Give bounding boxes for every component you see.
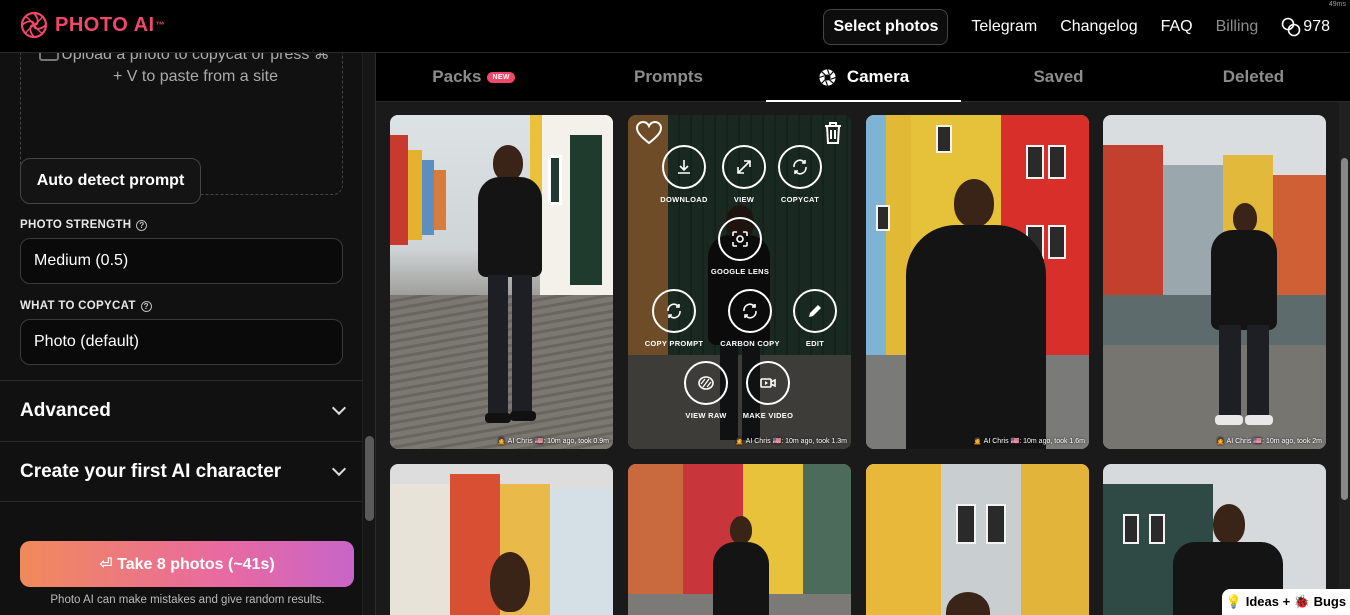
photo-image [390, 115, 613, 449]
disclaimer-text: Photo AI can make mistakes and give rand… [50, 594, 325, 606]
lens-icon [732, 231, 748, 247]
carbon-copy-button[interactable] [728, 289, 772, 333]
accordion-advanced-label: Advanced [20, 400, 111, 421]
upload-instructions: Upload a photo to copycat or press ⌘ + V… [61, 53, 330, 85]
trash-icon[interactable] [823, 121, 843, 145]
edit-label: EDIT [805, 339, 825, 348]
nav-link-telegram[interactable]: Telegram [971, 18, 1037, 36]
top-bar: PHOTO AI™ 49ms Select photos Telegram Ch… [0, 0, 1350, 53]
photo-image [866, 115, 1089, 449]
photo-card[interactable]: 🙍 AI Chris 🇺🇸: 10m ago, took 0.9m [390, 115, 613, 449]
google-lens-label: GOOGLE LENS [710, 267, 770, 276]
video-icon [760, 378, 776, 388]
take-photos-bar: ⏎ Take 8 photos (~41s) Photo AI can make… [0, 521, 362, 615]
copy-prompt-button[interactable] [652, 289, 696, 333]
tab-packs-label: Packs [432, 67, 482, 86]
ideas-bugs-button[interactable]: 💡 Ideas + 🐞 Bugs [1222, 589, 1350, 615]
photo-caption: 🙍 AI Chris 🇺🇸: 10m ago, took 1.6m [973, 438, 1085, 445]
photo-image [390, 464, 613, 615]
photo-caption: 🙍 AI Chris 🇺🇸: 10m ago, took 1.3m [735, 438, 847, 445]
credits-icon [1281, 17, 1301, 36]
refresh-icon [793, 159, 807, 175]
tab-packs[interactable]: Packs NEW [376, 53, 571, 101]
nav-link-billing[interactable]: Billing [1216, 18, 1259, 36]
raw-icon [698, 376, 714, 390]
help-icon[interactable]: ? [136, 219, 148, 231]
copycat-label: WHAT TO COPYCAT ? [20, 300, 152, 312]
download-icon [678, 160, 690, 174]
photo-strength-select[interactable]: Medium (0.5) [20, 238, 343, 284]
view-button[interactable] [722, 145, 766, 189]
nav-link-changelog[interactable]: Changelog [1060, 18, 1137, 36]
divider [0, 501, 362, 502]
tab-camera[interactable]: Camera [766, 53, 961, 102]
photo-card[interactable] [390, 464, 613, 615]
copycat-select[interactable]: Photo (default) [20, 319, 343, 365]
photo-caption: 🙍 AI Chris 🇺🇸: 10m ago, took 0.9m [497, 438, 609, 445]
google-lens-button[interactable] [718, 217, 762, 261]
copycat-button[interactable] [778, 145, 822, 189]
help-icon[interactable]: ? [140, 300, 152, 312]
tab-saved[interactable]: Saved [961, 53, 1156, 101]
new-badge: NEW [487, 71, 515, 83]
left-scrollbar[interactable] [362, 53, 375, 615]
take-photos-button[interactable]: ⏎ Take 8 photos (~41s) [20, 541, 354, 587]
photo-strength-label: PHOTO STRENGTH ? [20, 219, 148, 231]
auto-detect-prompt-button[interactable]: Auto detect prompt [20, 158, 201, 204]
photo-image [1103, 115, 1326, 449]
copy-prompt-label: COPY PROMPT [644, 339, 704, 348]
gallery-tabs: Packs NEW Prompts Camera Saved Deleted [376, 53, 1350, 102]
photo-card[interactable]: 🙍 AI Chris 🇺🇸: 10m ago, took 2m [1103, 115, 1326, 449]
gallery-panel: Packs NEW Prompts Camera Saved Deleted 🙍… [375, 53, 1350, 615]
make-video-button[interactable] [746, 361, 790, 405]
tab-deleted[interactable]: Deleted [1156, 53, 1350, 101]
gallery-scrollbar-thumb[interactable] [1341, 158, 1348, 500]
left-scrollbar-thumb[interactable] [365, 436, 374, 521]
top-nav: Select photos Telegram Changelog FAQ Bil… [823, 0, 1330, 53]
aperture-logo-icon [20, 11, 48, 39]
chevron-down-icon [331, 400, 347, 416]
accordion-create-character[interactable]: Create your first AI character [0, 441, 362, 502]
refresh-icon [743, 303, 757, 319]
credits-counter[interactable]: 978 [1281, 17, 1330, 37]
credits-value: 978 [1303, 17, 1330, 35]
expand-icon [737, 160, 751, 174]
logo[interactable]: PHOTO AI™ [20, 11, 165, 39]
aperture-icon [819, 68, 836, 86]
refresh-icon [667, 303, 681, 319]
photo-caption: 🙍 AI Chris 🇺🇸: 10m ago, took 2m [1216, 438, 1322, 445]
brand-name: PHOTO AI™ [55, 14, 166, 36]
photo-image [628, 464, 851, 615]
make-video-label: MAKE VIDEO [742, 411, 794, 420]
select-photos-button[interactable]: Select photos [823, 8, 949, 45]
download-button[interactable] [662, 145, 706, 189]
nav-link-faq[interactable]: FAQ [1161, 18, 1193, 36]
photo-card-hovered[interactable]: DOWNLOAD VIEW COPYCAT GOOGLE LENS COPY P… [628, 115, 851, 449]
heart-icon[interactable] [636, 121, 662, 145]
chevron-down-icon [331, 461, 347, 477]
tab-prompts[interactable]: Prompts [571, 53, 766, 101]
left-panel: Upload a photo to copycat or press ⌘ + V… [0, 53, 375, 615]
pencil-icon [809, 305, 821, 317]
gallery-scrollbar[interactable] [1339, 102, 1350, 615]
copycat-action-label: COPYCAT [780, 195, 820, 204]
photo-card[interactable]: 🙍 AI Chris 🇺🇸: 10m ago, took 1.6m [866, 115, 1089, 449]
accordion-create-character-label: Create your first AI character [20, 461, 282, 482]
accordion-advanced[interactable]: Advanced [0, 380, 362, 441]
photo-card[interactable] [866, 464, 1089, 615]
photo-card[interactable] [628, 464, 851, 615]
tab-camera-label: Camera [846, 67, 910, 86]
view-raw-button[interactable] [684, 361, 728, 405]
latency-readout: 49ms [1328, 1, 1346, 8]
edit-button[interactable] [793, 289, 837, 333]
photo-image [866, 464, 1089, 615]
